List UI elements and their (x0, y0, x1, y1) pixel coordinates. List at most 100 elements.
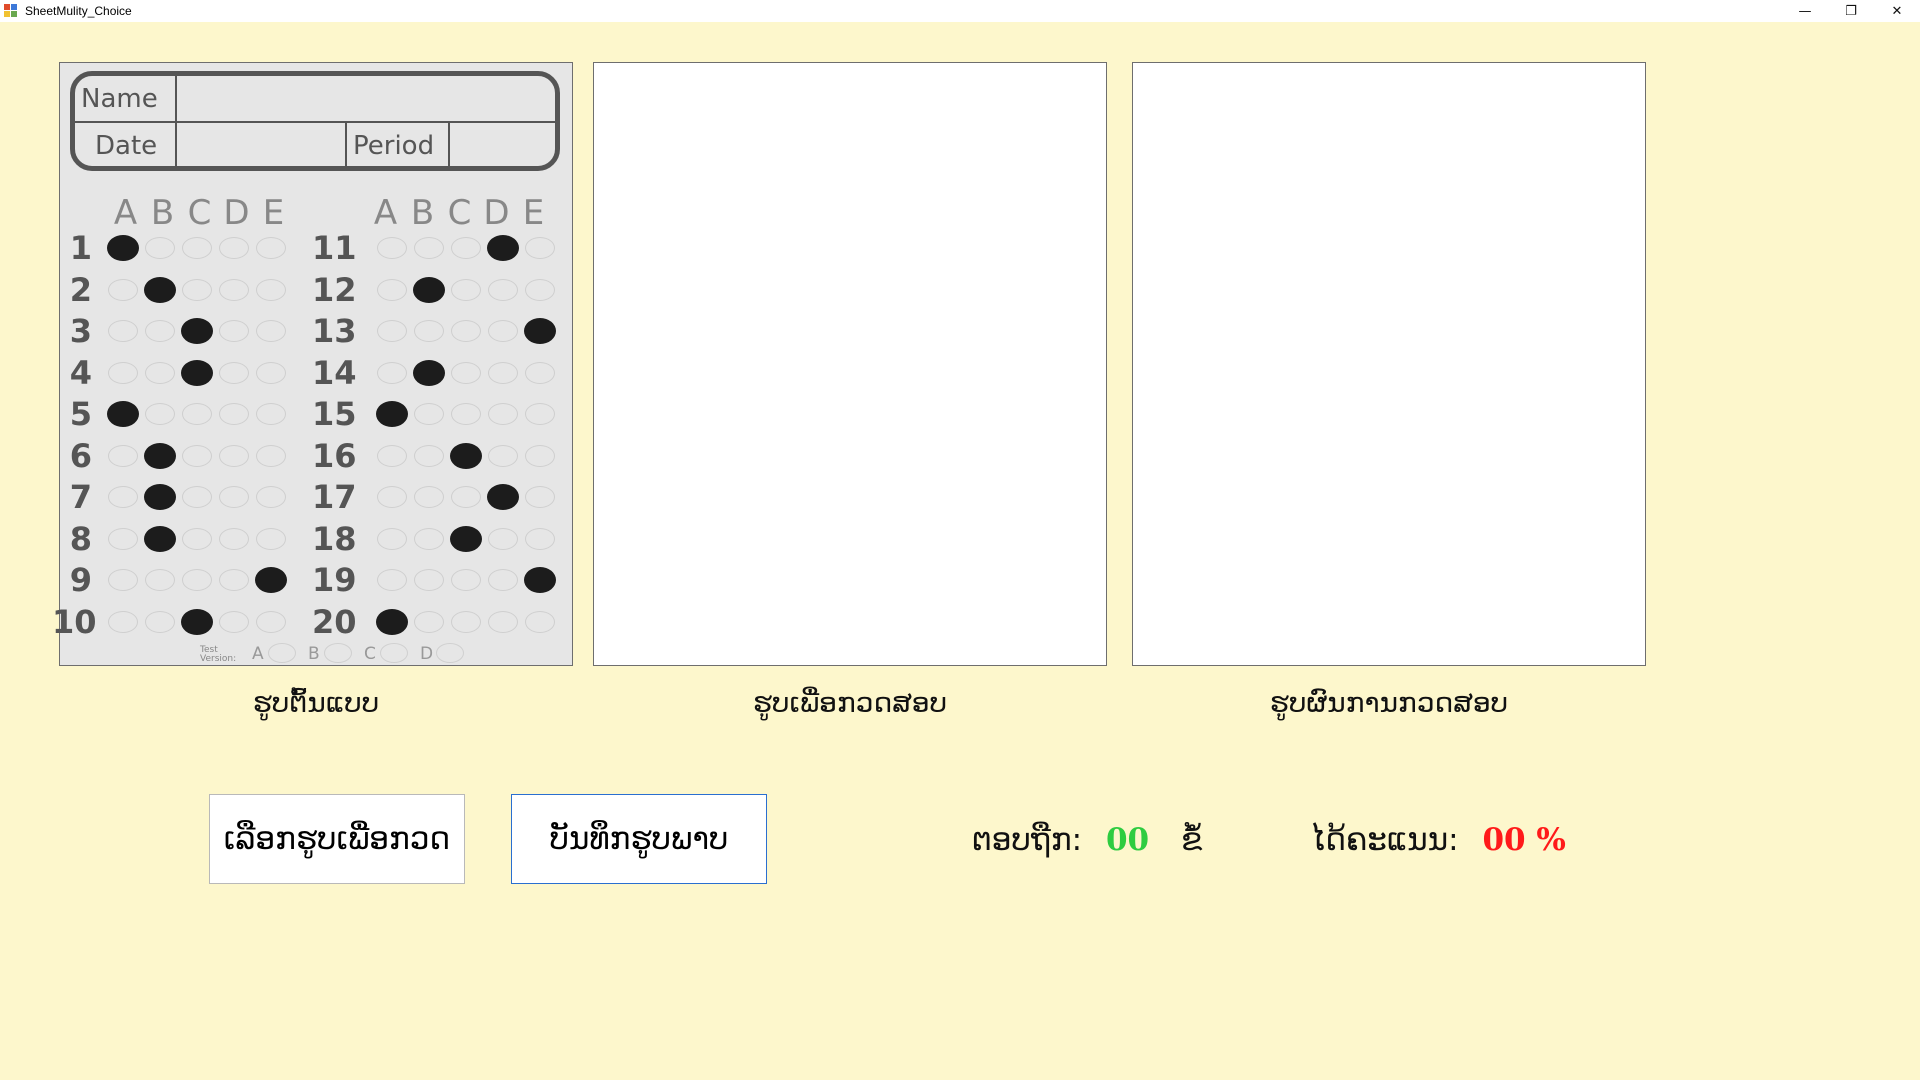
app-icon (4, 4, 18, 18)
name-label: Name (81, 83, 158, 114)
version-bubble (268, 643, 296, 663)
column-letters-right: ABCDE (368, 193, 558, 233)
question-number: 10 (52, 602, 97, 641)
version-letter: D (420, 644, 434, 664)
window-controls: — ❐ ✕ (1782, 0, 1920, 22)
question-number: 19 (312, 561, 357, 599)
answer-bubble (414, 320, 444, 342)
filled-answer-bubble (181, 318, 213, 344)
test-version-label: Test Version: (200, 645, 237, 664)
answer-bubble (256, 403, 286, 425)
filled-answer-bubble (181, 608, 213, 635)
answer-bubble (182, 403, 212, 425)
answer-bubble (525, 278, 555, 301)
answer-bubble (219, 569, 249, 591)
answer-bubble (182, 237, 212, 259)
filled-answer-bubble (376, 401, 408, 427)
question-number: 4 (69, 353, 92, 392)
answer-bubble (108, 444, 138, 467)
filled-answer-bubble (255, 567, 287, 593)
question-number: 18 (312, 519, 357, 558)
filled-answer-bubble (524, 567, 556, 593)
answer-bubble (219, 320, 249, 342)
question-number: 13 (312, 312, 357, 350)
save-image-button[interactable]: ບັນທຶກຮູບພາບ (511, 794, 767, 884)
column-letter-a: A (373, 193, 399, 233)
answer-bubble (108, 320, 138, 342)
answer-bubble (182, 486, 212, 508)
score-value: 00 % (1482, 822, 1566, 858)
column-letter-c: C (447, 193, 473, 233)
date-label: Date (95, 130, 158, 161)
result-caption: ຮູບຜົນການກວດສອບ (1269, 686, 1509, 719)
answer-bubble (525, 610, 555, 633)
answer-bubble (525, 444, 555, 467)
check-picture-box (593, 62, 1107, 666)
answer-bubble (414, 403, 444, 425)
answer-bubble (414, 569, 444, 591)
answer-bubble (488, 569, 518, 591)
filled-answer-bubble (181, 359, 213, 386)
answer-bubble (377, 278, 407, 301)
version-bubble (380, 643, 408, 663)
column-letter-d: D (483, 193, 511, 233)
answer-bubble (182, 444, 212, 467)
close-button[interactable]: ✕ (1874, 0, 1920, 22)
answer-bubble (219, 361, 249, 384)
answer-bubble (182, 278, 212, 301)
filled-answer-bubble (413, 359, 445, 386)
version-letter: B (308, 644, 320, 664)
answer-bubble (451, 320, 481, 342)
answer-bubble (256, 278, 286, 301)
sheet-header: Name Date Period (70, 71, 560, 171)
answer-bubble (451, 610, 481, 633)
restore-button[interactable]: ❐ (1828, 0, 1874, 22)
answer-bubble (219, 278, 249, 301)
answer-bubble (525, 403, 555, 425)
answer-bubble (377, 444, 407, 467)
version-letter: A (252, 644, 264, 664)
answer-bubble (488, 278, 518, 301)
question-number: 3 (69, 312, 92, 350)
answer-bubble (256, 444, 286, 467)
minimize-button[interactable]: — (1782, 0, 1828, 22)
score: ໄດ້ຄະແນນ: 00 % (1310, 822, 1566, 858)
answer-bubble (219, 444, 249, 467)
answer-bubble (488, 610, 518, 633)
answer-bubble (414, 527, 444, 550)
column-letters-left: ABCDE (108, 193, 298, 233)
question-number: 6 (69, 436, 92, 475)
column-letter-b: B (150, 193, 176, 233)
version-letter: C (364, 644, 376, 664)
filled-answer-bubble (144, 484, 176, 510)
answer-bubble (256, 486, 286, 508)
filled-answer-bubble (376, 608, 408, 635)
question-number: 15 (312, 395, 357, 433)
result-picture-box (1132, 62, 1646, 666)
answer-bubble (219, 486, 249, 508)
answer-bubble (451, 361, 481, 384)
select-image-button[interactable]: ເລືອກຮູບເພື່ອກວດ (209, 794, 465, 884)
question-number: 8 (69, 519, 92, 558)
answer-bubble (414, 237, 444, 259)
filled-answer-bubble (450, 442, 482, 469)
answer-bubble (488, 361, 518, 384)
question-number: 5 (69, 395, 92, 433)
title-bar: SheetMulity_Choice — ❐ ✕ (0, 0, 1920, 22)
answer-bubble (451, 403, 481, 425)
correct-label: ຕອບຖືກ: (972, 822, 1083, 858)
filled-answer-bubble (144, 276, 176, 303)
answer-bubble (256, 320, 286, 342)
question-number: 7 (69, 478, 92, 516)
answer-bubble (488, 527, 518, 550)
filled-answer-bubble (107, 235, 139, 261)
question-number: 20 (312, 602, 357, 641)
answer-bubble (145, 569, 175, 591)
filled-answer-bubble (144, 442, 176, 469)
answer-bubble (145, 403, 175, 425)
column-letter-e: E (262, 193, 286, 233)
answer-bubble (108, 527, 138, 550)
answer-bubble (525, 486, 555, 508)
answer-bubble (182, 569, 212, 591)
answer-bubble (525, 527, 555, 550)
